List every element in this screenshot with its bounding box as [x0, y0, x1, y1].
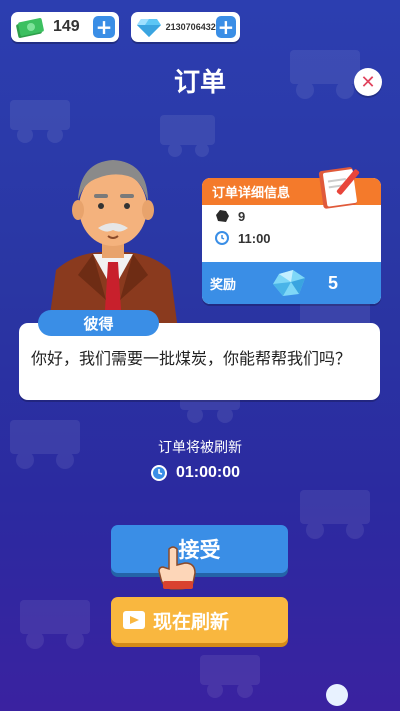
diamond-icon	[270, 266, 310, 300]
add-cash-button[interactable]: +	[93, 16, 115, 38]
reward-bar: 奖励 5	[202, 262, 381, 304]
refresh-now-button[interactable]: 现在刷新	[111, 597, 288, 643]
cash-icon	[15, 15, 45, 39]
npc-portrait	[38, 150, 188, 330]
pointer-hand-icon	[155, 545, 203, 591]
gems-value: 2130706432	[165, 22, 216, 32]
clipboard-icon	[317, 163, 369, 209]
coal-icon	[214, 208, 230, 224]
clock-icon	[150, 464, 168, 482]
cash-value: 149	[53, 18, 80, 35]
watermark-icon	[326, 684, 348, 706]
time-value: 11:00	[238, 230, 271, 246]
diamond-icon	[135, 15, 163, 39]
refresh-now-label: 现在刷新	[153, 610, 230, 633]
gems-counter: 2130706432 +	[131, 12, 240, 42]
cash-counter: 149 +	[11, 12, 119, 42]
reward-value: 5	[328, 272, 339, 293]
refresh-label: 订单将被刷新	[158, 440, 242, 456]
video-play-icon	[123, 611, 145, 629]
clock-icon	[214, 230, 230, 246]
add-gems-button[interactable]: +	[215, 16, 236, 38]
dialogue-text: 你好，我们需要一批煤炭，你能帮帮我们吗？	[31, 349, 352, 368]
timer-value: 01:00:00	[176, 464, 241, 481]
close-icon: ✕	[360, 71, 376, 93]
reward-label: 奖励	[210, 277, 237, 293]
time-requirement: 11:00	[202, 227, 381, 249]
npc-name-tag: 彼得	[38, 310, 159, 336]
refresh-timer: 01:00:00	[150, 464, 240, 482]
watermark-logo	[326, 683, 398, 707]
coal-quantity: 9	[238, 208, 246, 224]
page-title: 订单	[173, 68, 226, 98]
close-button[interactable]: ✕	[354, 68, 382, 96]
